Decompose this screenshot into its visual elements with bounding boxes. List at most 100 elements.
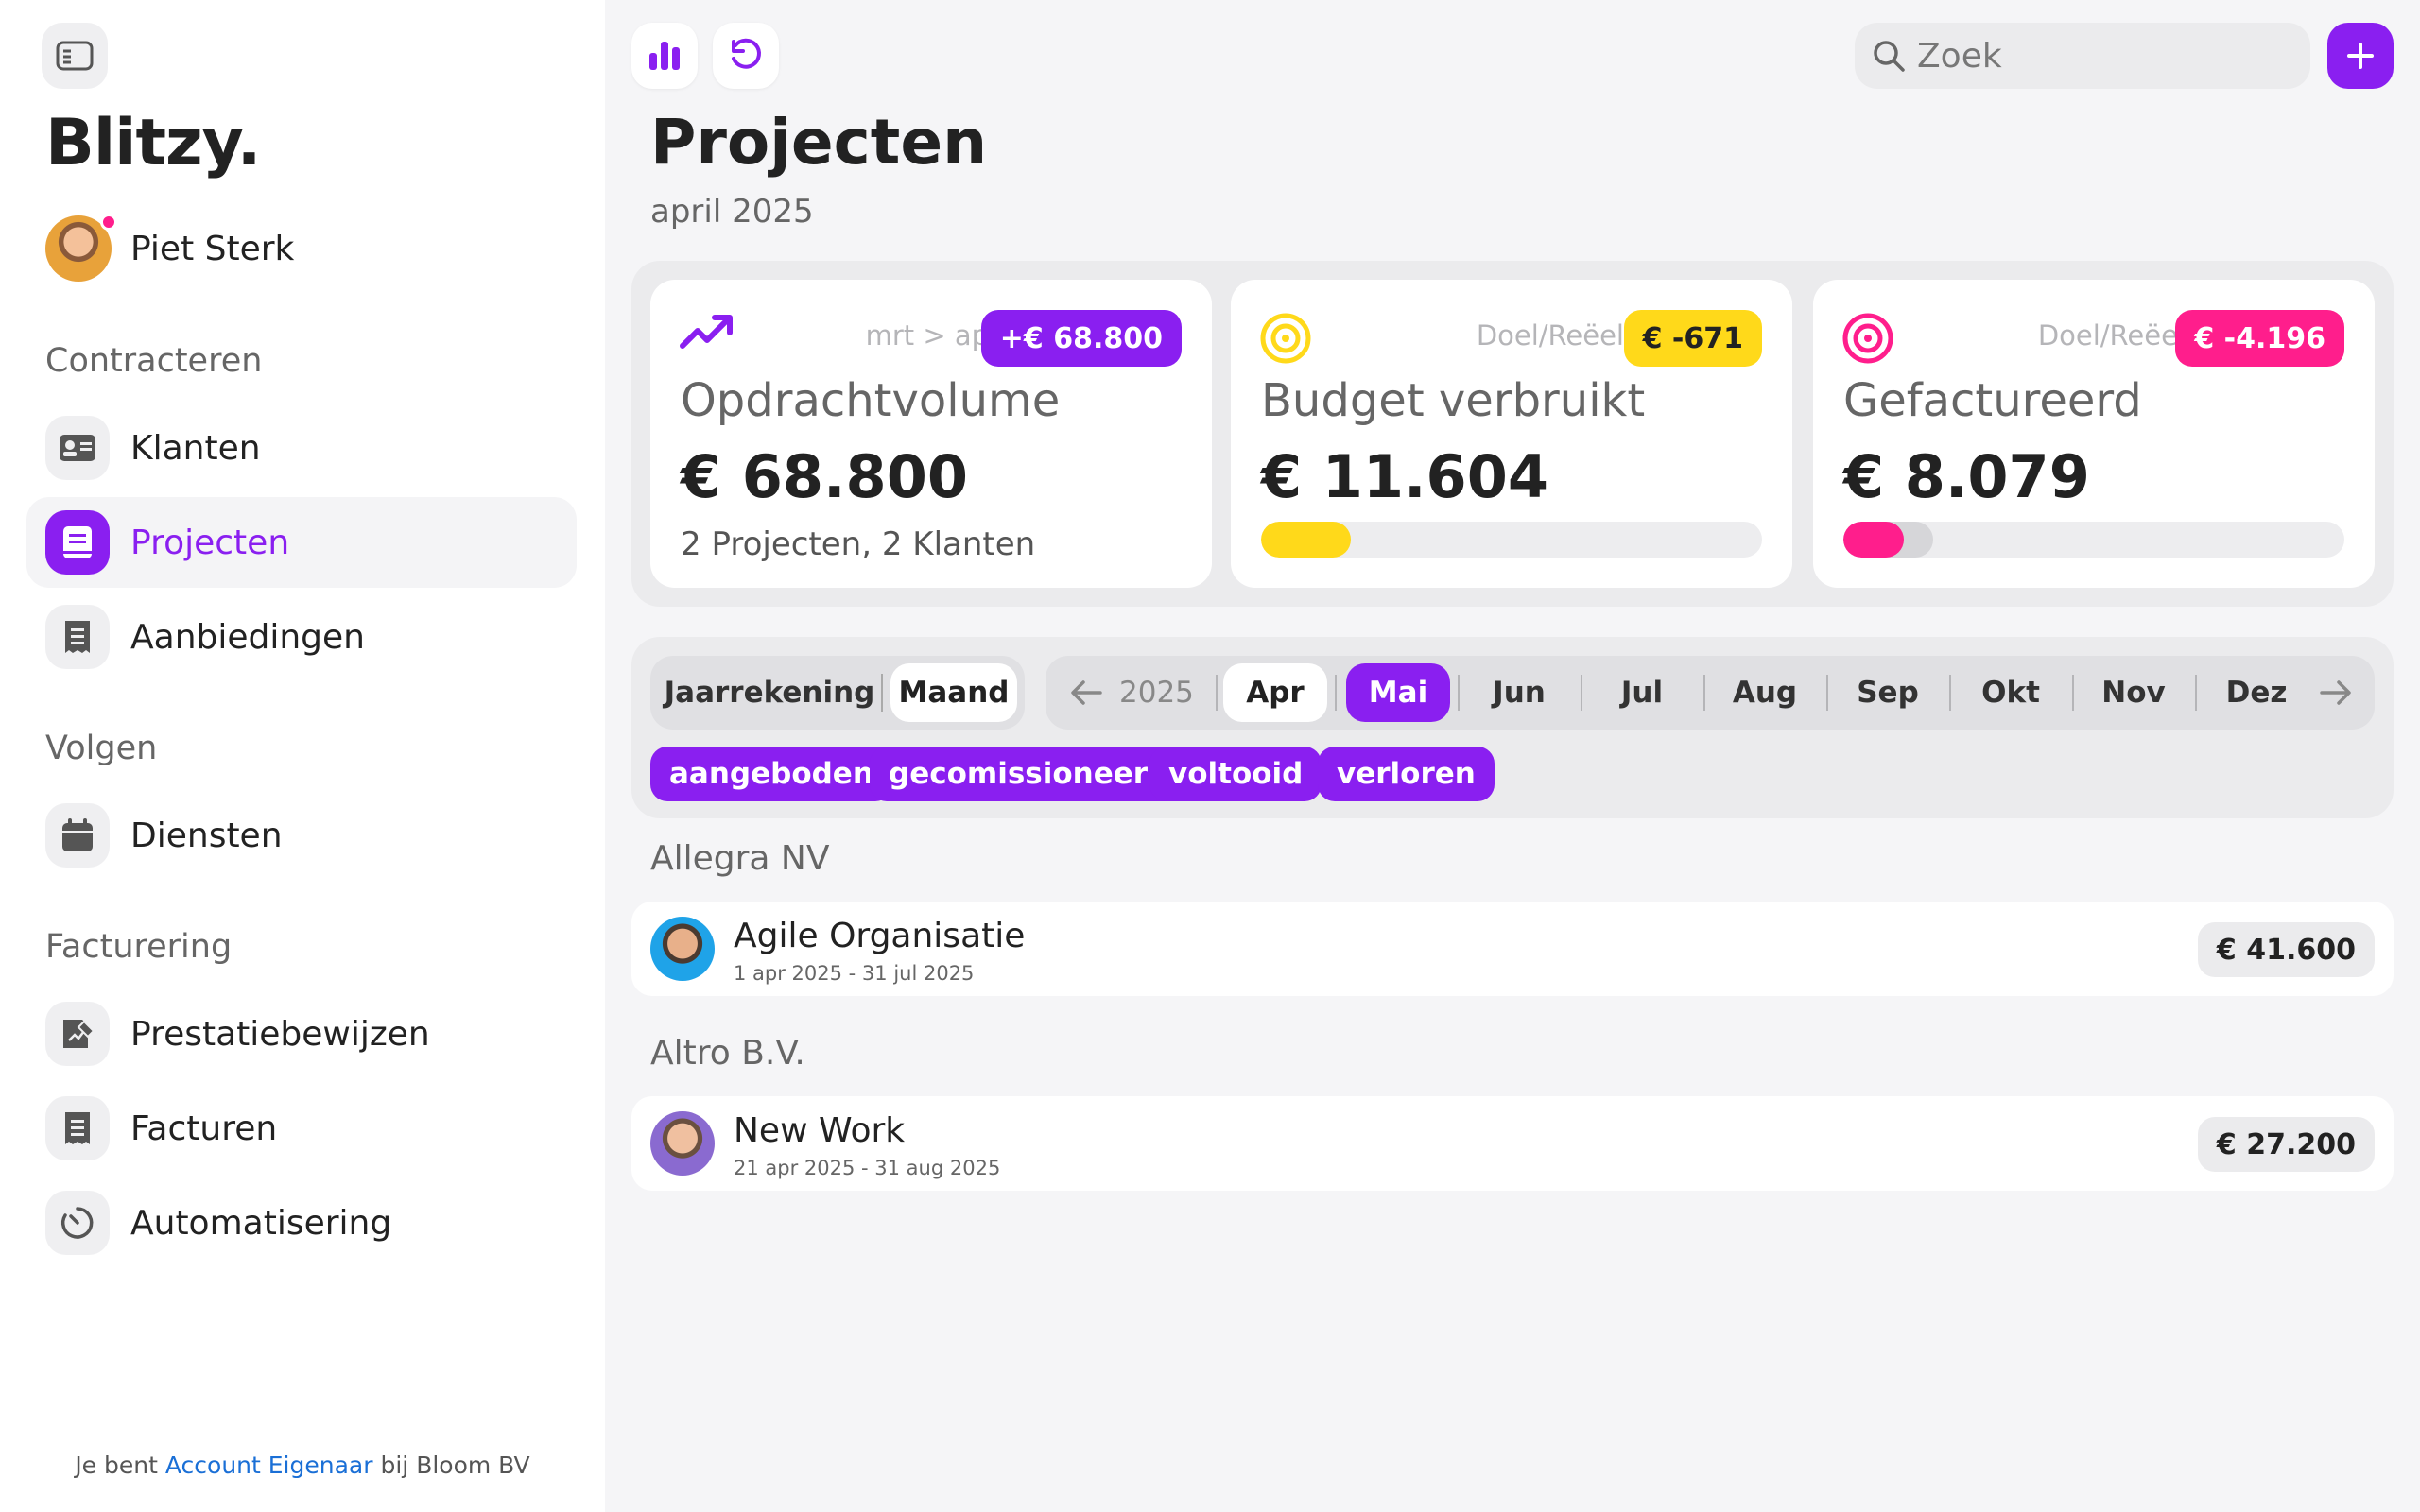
card-opdrachtvolume: mrt > apr +€ 68.800 Opdrachtvolume € 68.… <box>650 280 1212 588</box>
section-title-facturering: Facturering <box>45 928 233 966</box>
invoiced-progress-bar <box>1843 522 2344 558</box>
view-segmented-control: Jaarrekening Maand <box>650 656 1025 730</box>
delta-badge: +€ 68.800 <box>980 310 1182 367</box>
page-title: Projecten <box>650 106 988 179</box>
project-amount: € 41.600 <box>2197 922 2375 977</box>
status-filter-verloren[interactable]: verloren <box>1318 747 1495 801</box>
account-role-link[interactable]: Account Eigenaar <box>165 1452 373 1479</box>
sidebar-item-projecten[interactable]: Projecten <box>26 497 577 588</box>
undo-icon <box>732 38 761 69</box>
card-title: Gefactureerd <box>1843 374 2142 427</box>
filter-panel: Jaarrekening Maand 2025 Apr Mai Jun Jul … <box>631 637 2394 818</box>
divider <box>2072 675 2074 711</box>
arrow-left-icon <box>1071 680 1102 705</box>
plus-icon <box>2347 43 2374 69</box>
sidebar-item-automatisering[interactable]: Automatisering <box>26 1177 577 1268</box>
card-value: € 68.800 <box>681 442 968 511</box>
sidebar-toggle-button[interactable] <box>42 23 108 89</box>
status-filter-aangeboden[interactable]: aangeboden <box>650 747 892 801</box>
project-row[interactable]: New Work 21 apr 2025 - 31 aug 2025 € 27.… <box>631 1096 2394 1191</box>
footer-prefix: Je bent <box>75 1452 158 1479</box>
sidebar-item-diensten[interactable]: Diensten <box>26 790 577 881</box>
sidebar-toggle-icon <box>56 41 94 71</box>
divider <box>1949 675 1951 711</box>
receipt-icon <box>45 1096 110 1160</box>
add-project-button[interactable] <box>2327 23 2394 89</box>
book-icon <box>45 510 110 575</box>
month-jul[interactable]: Jul <box>1590 663 1694 722</box>
timer-icon <box>45 1191 110 1255</box>
divider <box>1826 675 1828 711</box>
sidebar-item-label: Aanbiedingen <box>130 617 365 657</box>
month-selector: 2025 Apr Mai Jun Jul Aug Sep Okt Nov Dez <box>1046 656 2375 730</box>
section-title-volgen: Volgen <box>45 730 158 767</box>
divider <box>1581 675 1582 711</box>
sidebar-item-label: Prestatiebewijzen <box>130 1014 430 1054</box>
app-logo: Blitzy. <box>45 106 261 180</box>
card-value: € 8.079 <box>1843 442 2090 511</box>
divider <box>881 674 883 712</box>
status-filter-voltooid[interactable]: voltooid <box>1150 747 1322 801</box>
invoiced-progress-fill <box>1843 522 1904 558</box>
footer-suffix: bij Bloom BV <box>380 1452 530 1479</box>
sidebar-item-prestatiebewijzen[interactable]: Prestatiebewijzen <box>26 988 577 1079</box>
project-row[interactable]: Agile Organisatie 1 apr 2025 - 31 jul 20… <box>631 902 2394 996</box>
month-aug[interactable]: Aug <box>1713 663 1817 722</box>
card-title: Budget verbruikt <box>1261 374 1646 427</box>
search-box[interactable] <box>1855 23 2310 89</box>
target-icon <box>1842 313 1893 364</box>
card-subtext: 2 Projecten, 2 Klanten <box>681 525 1036 563</box>
month-nov[interactable]: Nov <box>2082 663 2186 722</box>
refresh-button[interactable] <box>713 23 779 89</box>
trending-up-icon <box>680 315 733 349</box>
project-dates: 21 apr 2025 - 31 aug 2025 <box>734 1157 1001 1179</box>
divider <box>1216 675 1218 711</box>
search-icon <box>1874 41 1905 72</box>
month-dez[interactable]: Dez <box>2204 663 2308 722</box>
client-group-title: Allegra NV <box>650 839 830 878</box>
prev-year-button[interactable] <box>1070 656 1102 730</box>
divider <box>1458 675 1460 711</box>
project-amount: € 27.200 <box>2197 1117 2375 1172</box>
delta-badge: € -671 <box>1623 310 1762 367</box>
client-avatar <box>650 1111 715 1176</box>
month-sep[interactable]: Sep <box>1836 663 1940 722</box>
notification-dot <box>100 214 117 231</box>
card-value: € 11.604 <box>1261 442 1548 511</box>
month-jun[interactable]: Jun <box>1467 663 1571 722</box>
sidebar-item-label: Diensten <box>130 816 283 855</box>
sidebar-item-label: Automatisering <box>130 1203 392 1243</box>
section-title-contracteren: Contracteren <box>45 342 263 380</box>
divider <box>1703 675 1705 711</box>
card-title: Opdrachtvolume <box>681 374 1061 427</box>
next-year-button[interactable] <box>2320 656 2352 730</box>
search-input[interactable] <box>1917 36 2276 76</box>
sidebar-item-facturen[interactable]: Facturen <box>26 1083 577 1174</box>
delta-badge: € -4.196 <box>2175 310 2344 367</box>
sidebar-item-label: Facturen <box>130 1108 278 1148</box>
sidebar-item-label: Klanten <box>130 428 261 468</box>
budget-progress-fill <box>1261 522 1352 558</box>
card-meta: Doel/Reëel <box>2037 319 2186 352</box>
card-meta: Doel/Reëel <box>1476 319 1624 352</box>
status-filter-gecomissioneerd[interactable]: gecomissioneerd <box>870 747 1188 801</box>
calendar-icon <box>45 803 110 868</box>
kpi-cards: mrt > apr +€ 68.800 Opdrachtvolume € 68.… <box>631 261 2394 607</box>
tab-jaarrekening[interactable]: Jaarrekening <box>658 663 881 722</box>
month-okt[interactable]: Okt <box>1959 663 2063 722</box>
sidebar-item-aanbiedingen[interactable]: Aanbiedingen <box>26 592 577 682</box>
sidebar: Blitzy. Piet Sterk Contracteren Klanten … <box>0 0 605 1512</box>
user-profile[interactable]: Piet Sterk <box>45 214 294 282</box>
user-avatar <box>45 214 117 282</box>
chart-view-button[interactable] <box>631 23 698 89</box>
tab-maand[interactable]: Maand <box>890 663 1017 722</box>
arrow-right-icon <box>2320 680 2351 705</box>
receipt-icon <box>45 605 110 669</box>
account-footer: Je bent Account Eigenaar bij Bloom BV <box>0 1452 605 1479</box>
sidebar-item-klanten[interactable]: Klanten <box>26 403 577 493</box>
year-label: 2025 <box>1119 676 1194 710</box>
card-budget-verbruikt: Doel/Reëel € -671 Budget verbruikt € 11.… <box>1231 280 1792 588</box>
card-gefactureerd: Doel/Reëel € -4.196 Gefactureerd € 8.079 <box>1813 280 2375 588</box>
month-mai[interactable]: Mai <box>1346 663 1450 722</box>
month-apr[interactable]: Apr <box>1223 663 1327 722</box>
